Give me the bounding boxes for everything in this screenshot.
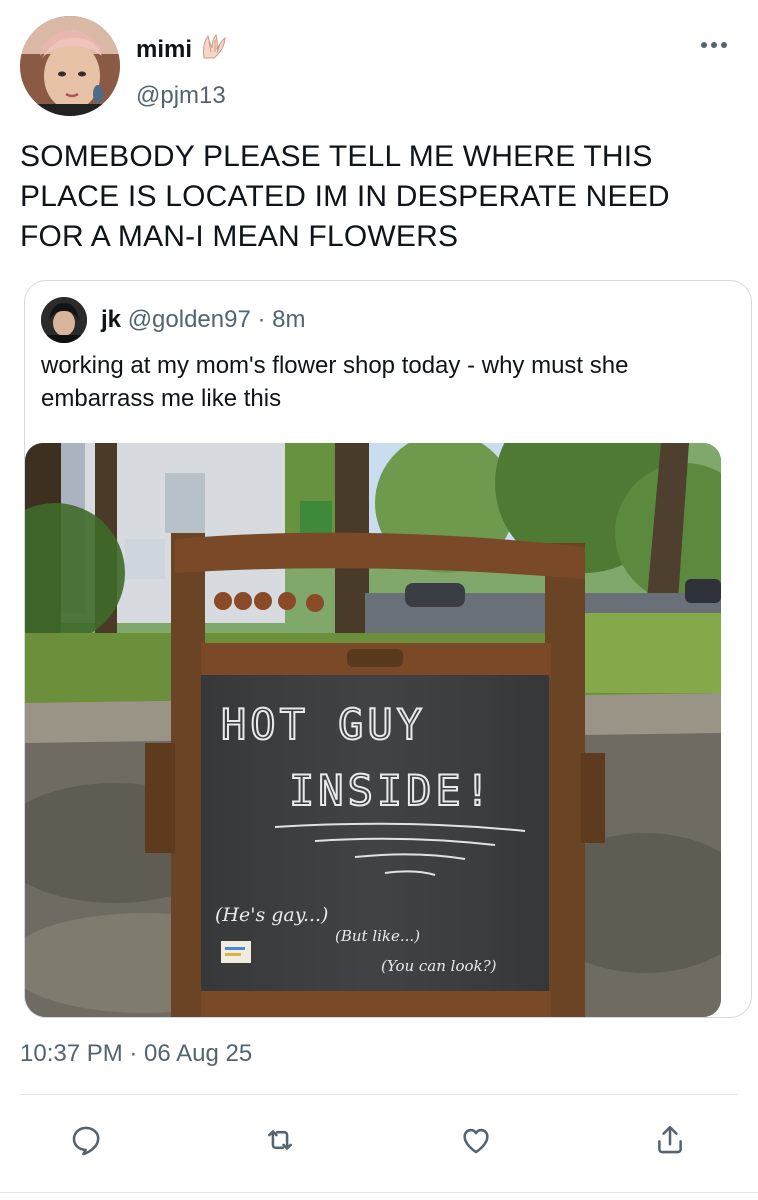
- sign-note-1: (He's gay...): [215, 904, 328, 926]
- quoted-author-avatar: [41, 297, 87, 343]
- quoted-tweet-text: working at my mom's flower shop today - …: [41, 352, 629, 412]
- quoted-tweet-photo[interactable]: HOT GUY INSIDE! (He's gay...) (But like.…: [25, 443, 721, 1017]
- author-avatar[interactable]: [20, 16, 120, 116]
- bottom-divider: [0, 1192, 758, 1193]
- reply-icon: [72, 1126, 100, 1156]
- tweet-text: SOMEBODY PLEASE TELL ME WHERE THIS PLACE…: [20, 140, 670, 253]
- sign-line-1: HOT GUY: [221, 700, 426, 749]
- quoted-author-handle: @golden97: [127, 306, 251, 333]
- share-icon: [658, 1125, 682, 1154]
- wing-emoji-icon: [200, 33, 228, 66]
- like-button[interactable]: [456, 1120, 496, 1160]
- sign-note-2: (But like...): [335, 927, 420, 945]
- quoted-tweet-header: jk @golden97 · 8m: [101, 306, 306, 334]
- retweet-icon: [268, 1130, 292, 1150]
- sign-line-2: INSIDE!: [289, 766, 494, 815]
- retweet-button[interactable]: [260, 1120, 300, 1160]
- more-options-button[interactable]: [696, 30, 732, 60]
- author-name-text: mimi: [136, 36, 193, 63]
- quoted-tweet-card[interactable]: jk @golden97 · 8m working at my mom's fl…: [24, 280, 752, 1018]
- tweet-timestamp[interactable]: 10:37 PM · 06 Aug 25: [20, 1040, 252, 1068]
- author-display-name[interactable]: mimi: [136, 33, 228, 66]
- heart-icon: [463, 1128, 489, 1154]
- share-button[interactable]: [650, 1120, 690, 1160]
- more-dots-icon: [701, 42, 727, 48]
- author-handle[interactable]: @pjm13: [136, 82, 226, 110]
- reply-button[interactable]: [66, 1120, 106, 1160]
- divider: [20, 1094, 738, 1095]
- quoted-time: 8m: [272, 306, 306, 333]
- quoted-separator: ·: [257, 306, 266, 333]
- sign-note-3: (You can look?): [381, 957, 497, 975]
- quoted-author-name: jk: [101, 306, 122, 333]
